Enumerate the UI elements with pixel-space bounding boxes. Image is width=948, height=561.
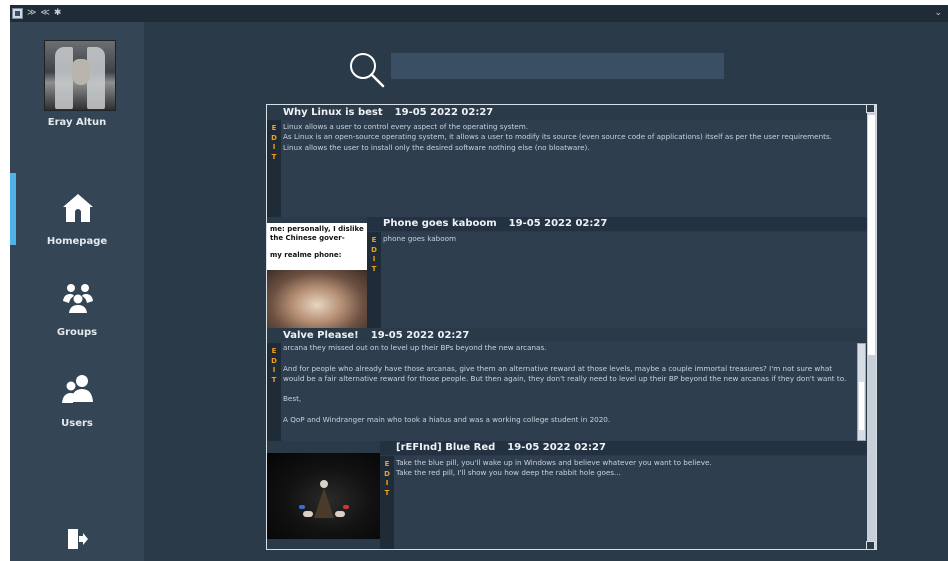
- sidebar-item-groups[interactable]: Groups: [10, 281, 144, 361]
- post-body: Linux allows a user to control every asp…: [281, 120, 867, 217]
- post-date: 19-05 2022 02:27: [394, 107, 494, 118]
- post-body: phone goes kaboom: [381, 232, 867, 328]
- search-input[interactable]: [391, 53, 724, 79]
- edit-button[interactable]: EDIT: [367, 232, 381, 328]
- post-image: [267, 453, 380, 539]
- sidebar-item-users[interactable]: Users: [10, 372, 144, 452]
- post-title: [rEFInd] Blue Red 19-05 2022 02:27: [396, 442, 606, 453]
- post-card: Why Linux is best 19-05 2022 02:27 EDIT L…: [267, 105, 867, 217]
- sidebar-item-label: Groups: [56, 327, 98, 338]
- users-icon: [62, 375, 93, 403]
- feed-scrollbar[interactable]: [867, 105, 876, 549]
- posts-feed[interactable]: Why Linux is best 19-05 2022 02:27 EDIT L…: [266, 104, 877, 550]
- post-body: arcana they missed out on to level up th…: [281, 341, 857, 441]
- app-window: ≫ ≪ ✱ ⌄ Eray Altun Homepage Groups Users…: [10, 5, 948, 561]
- post-date: 19-05 2022 02:27: [507, 442, 606, 453]
- post-title: Why Linux is best 19-05 2022 02:27: [283, 107, 494, 118]
- post-scrollbar[interactable]: [857, 343, 866, 441]
- scroll-down-button[interactable]: [866, 541, 875, 550]
- user-name: Eray Altun: [47, 117, 107, 128]
- post-date: 19-05 2022 02:27: [508, 218, 608, 229]
- post-image: me: personally, I dislike the Chinese go…: [267, 223, 367, 328]
- sidebar-item-label: Homepage: [46, 236, 108, 247]
- post-title: Phone goes kaboom 19-05 2022 02:27: [383, 218, 608, 229]
- groups-icon: [63, 284, 93, 313]
- logout-icon[interactable]: [65, 527, 89, 551]
- edit-button[interactable]: EDIT: [380, 456, 394, 549]
- shade-up-icon[interactable]: ≪: [40, 6, 49, 21]
- home-icon: [63, 194, 93, 222]
- sidebar-item-label: Users: [61, 418, 93, 429]
- post-card: Phone goes kaboom 19-05 2022 02:27 me: pe…: [267, 217, 867, 328]
- title-bar: ≫ ≪ ✱ ⌄: [10, 5, 948, 22]
- window-menu-chevron-icon[interactable]: ⌄: [934, 5, 942, 22]
- post-body: Take the blue pill, you'll wake up in Wi…: [394, 456, 867, 549]
- pin-icon[interactable]: ✱: [54, 6, 62, 21]
- edit-button[interactable]: EDIT: [267, 343, 281, 441]
- scroll-up-button[interactable]: [866, 104, 875, 113]
- search-icon[interactable]: [347, 50, 387, 90]
- post-card: [rEFInd] Blue Red 19-05 2022 02:27 EDIT T…: [267, 441, 867, 549]
- post-card: Valve Please! 19-05 2022 02:27 EDIT arcan…: [267, 328, 867, 441]
- post-date: 19-05 2022 02:27: [370, 330, 470, 341]
- app-icon[interactable]: [12, 8, 23, 19]
- edit-button[interactable]: EDIT: [267, 120, 281, 217]
- shade-down-icon[interactable]: ≫: [27, 6, 36, 21]
- sidebar-item-homepage[interactable]: Homepage: [10, 190, 144, 270]
- avatar[interactable]: [44, 40, 116, 111]
- sidebar: Eray Altun Homepage Groups Users: [10, 22, 144, 561]
